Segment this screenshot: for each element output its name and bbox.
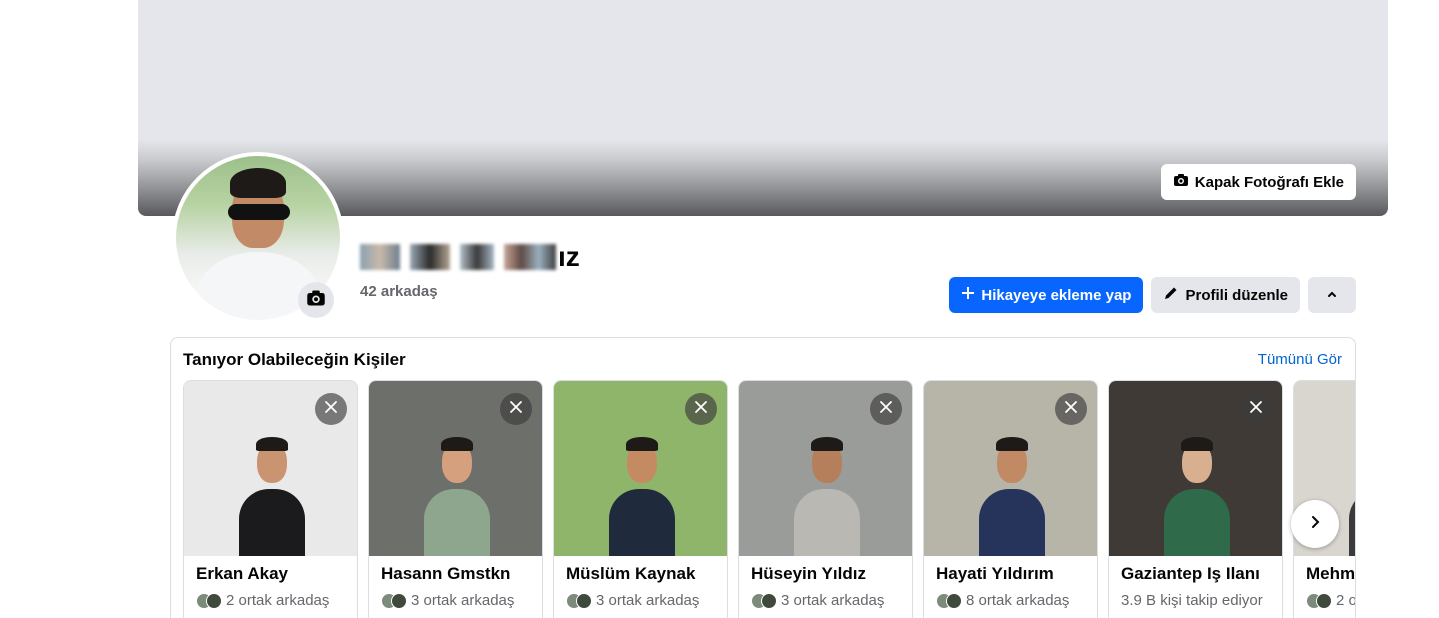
chevron-up-icon bbox=[1326, 287, 1338, 304]
suggestion-photo[interactable] bbox=[184, 381, 357, 556]
suggestion-name[interactable]: Gaziantep Iş Ilanı bbox=[1121, 564, 1260, 584]
suggestion-meta: 3 ortak arkadaş bbox=[751, 592, 884, 609]
mutual-friends-avatars bbox=[751, 592, 777, 609]
edit-profile-label: Profili düzenle bbox=[1185, 286, 1288, 304]
suggestion-photo[interactable] bbox=[924, 381, 1097, 556]
profile-page: Kapak Fotoğrafı Ekle ız 42 arkadaş Hikay… bbox=[0, 0, 1439, 618]
suggestion-meta-text: 3.9 B kişi takip ediyor bbox=[1121, 592, 1263, 609]
add-to-story-button[interactable]: Hikayeye ekleme yap bbox=[949, 277, 1144, 313]
close-icon bbox=[509, 400, 523, 419]
suggestion-photo[interactable] bbox=[1109, 381, 1282, 556]
suggestion-name[interactable]: Müslüm Kaynak bbox=[566, 564, 695, 584]
camera-icon bbox=[1173, 172, 1189, 192]
suggestion-meta: 3.9 B kişi takip ediyor bbox=[1121, 592, 1263, 609]
close-icon bbox=[694, 400, 708, 419]
pymk-cards: Erkan Akay 2 ortak arkadaş Hasann Gmstkn 3 … bbox=[183, 380, 1355, 618]
add-cover-photo-label: Kapak Fotoğrafı Ekle bbox=[1194, 173, 1344, 191]
suggestion-meta-text: 8 ortak arkadaş bbox=[966, 592, 1070, 609]
remove-suggestion-button[interactable] bbox=[315, 393, 347, 425]
remove-suggestion-button[interactable] bbox=[1240, 393, 1272, 425]
remove-suggestion-button[interactable] bbox=[1055, 393, 1087, 425]
pencil-icon bbox=[1163, 285, 1179, 305]
mutual-friends-avatars bbox=[196, 592, 222, 609]
mutual-friends-avatars bbox=[566, 592, 592, 609]
suggestion-meta-text: 2 ortak arkadaş bbox=[226, 592, 330, 609]
people-you-may-know: Tanıyor Olabileceğin Kişiler Tümünü Gör … bbox=[170, 337, 1356, 618]
suggestion-card[interactable]: Hüseyin Yıldız 3 ortak arkadaş bbox=[738, 380, 913, 618]
profile-actions: Hikayeye ekleme yap Profili düzenle bbox=[949, 277, 1356, 313]
suggestion-card[interactable]: Mehmet 2 ortak arkadaş bbox=[1293, 380, 1355, 618]
close-icon bbox=[1064, 400, 1078, 419]
profile-name: ız bbox=[360, 240, 580, 274]
suggestion-meta: 8 ortak arkadaş bbox=[936, 592, 1069, 609]
suggestion-meta: 2 ortak arkadaş bbox=[196, 592, 329, 609]
remove-suggestion-button[interactable] bbox=[500, 393, 532, 425]
suggestion-card[interactable]: Gaziantep Iş Ilanı 3.9 B kişi takip ediyo… bbox=[1108, 380, 1283, 618]
plus-icon bbox=[961, 286, 975, 304]
friends-count[interactable]: 42 arkadaş bbox=[360, 283, 438, 300]
suggestion-name[interactable]: Erkan Akay bbox=[196, 564, 288, 584]
suggestion-meta: 3 ortak arkadaş bbox=[566, 592, 699, 609]
suggestion-meta: 3 ortak arkadaş bbox=[381, 592, 514, 609]
remove-suggestion-button[interactable] bbox=[870, 393, 902, 425]
chevron-right-icon bbox=[1307, 514, 1323, 535]
close-icon bbox=[1249, 400, 1263, 419]
suggestion-card[interactable]: Erkan Akay 2 ortak arkadaş bbox=[183, 380, 358, 618]
remove-suggestion-button[interactable] bbox=[685, 393, 717, 425]
add-to-story-label: Hikayeye ekleme yap bbox=[981, 286, 1132, 304]
close-icon bbox=[324, 400, 338, 419]
suggestion-card[interactable]: Müslüm Kaynak 3 ortak arkadaş bbox=[553, 380, 728, 618]
add-cover-photo-button[interactable]: Kapak Fotoğrafı Ekle bbox=[1160, 164, 1356, 200]
suggestion-name[interactable]: Mehmet bbox=[1306, 564, 1355, 584]
camera-icon bbox=[306, 288, 326, 313]
suggestion-meta-text: 3 ortak arkadaş bbox=[411, 592, 515, 609]
collapse-button[interactable] bbox=[1308, 277, 1356, 313]
cover-photo-area: Kapak Fotoğrafı Ekle bbox=[138, 0, 1388, 216]
suggestion-card[interactable]: Hayati Yıldırım 8 ortak arkadaş bbox=[923, 380, 1098, 618]
suggestion-photo[interactable] bbox=[554, 381, 727, 556]
suggestion-name[interactable]: Hüseyin Yıldız bbox=[751, 564, 866, 584]
profile-name-suffix: ız bbox=[558, 241, 580, 272]
close-icon bbox=[879, 400, 893, 419]
mutual-friends-avatars bbox=[381, 592, 407, 609]
suggestion-name[interactable]: Hayati Yıldırım bbox=[936, 564, 1054, 584]
suggestion-meta-text: 3 ortak arkadaş bbox=[596, 592, 700, 609]
suggestion-meta: 2 ortak arkadaş bbox=[1306, 592, 1355, 609]
suggestion-card[interactable]: Hasann Gmstkn 3 ortak arkadaş bbox=[368, 380, 543, 618]
suggestion-photo[interactable] bbox=[739, 381, 912, 556]
suggestion-name[interactable]: Hasann Gmstkn bbox=[381, 564, 510, 584]
blurred-name bbox=[360, 244, 556, 270]
update-profile-picture-button[interactable] bbox=[298, 282, 334, 318]
next-cards-button[interactable] bbox=[1291, 500, 1339, 548]
pymk-title: Tanıyor Olabileceğin Kişiler bbox=[183, 350, 406, 369]
suggestion-meta-text: 3 ortak arkadaş bbox=[781, 592, 885, 609]
see-all-link[interactable]: Tümünü Gör bbox=[1258, 351, 1342, 368]
edit-profile-button[interactable]: Profili düzenle bbox=[1151, 277, 1300, 313]
suggestion-photo[interactable] bbox=[369, 381, 542, 556]
suggestion-meta-text: 2 ortak arkadaş bbox=[1336, 592, 1355, 609]
mutual-friends-avatars bbox=[936, 592, 962, 609]
mutual-friends-avatars bbox=[1306, 592, 1332, 609]
